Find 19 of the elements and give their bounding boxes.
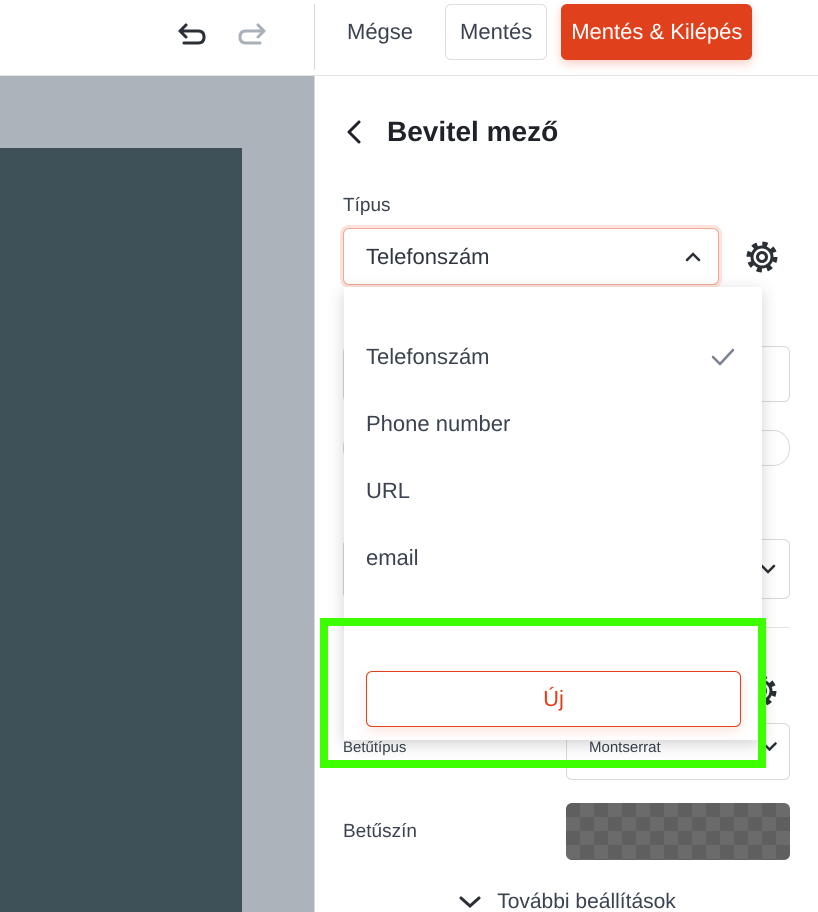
save-exit-button[interactable]: Mentés & Kilépés xyxy=(561,4,752,60)
color-label: Betűszín xyxy=(343,820,417,842)
chevron-icon xyxy=(457,894,484,910)
dropdown-option[interactable]: Telefonszám xyxy=(344,323,762,390)
more-settings-link[interactable]: További beállítások xyxy=(343,890,790,912)
type-select[interactable]: Telefonszám xyxy=(343,228,719,285)
panel-title: Bevitel mező xyxy=(387,116,558,148)
chevron-icon xyxy=(759,563,777,575)
dropdown-option[interactable]: URL xyxy=(344,457,762,524)
chevron-icon xyxy=(684,250,702,262)
back-icon[interactable] xyxy=(345,119,363,145)
dropdown-option[interactable]: Phone number xyxy=(344,390,762,457)
dropdown-option[interactable]: email xyxy=(344,524,762,591)
new-button[interactable]: Új xyxy=(366,671,741,727)
save-button[interactable]: Mentés xyxy=(445,4,548,60)
cancel-button[interactable]: Mégse xyxy=(329,4,432,60)
font-label: Betűtípus xyxy=(343,740,406,755)
field-label: Típus xyxy=(343,195,392,217)
color-swatch[interactable] xyxy=(566,803,790,860)
